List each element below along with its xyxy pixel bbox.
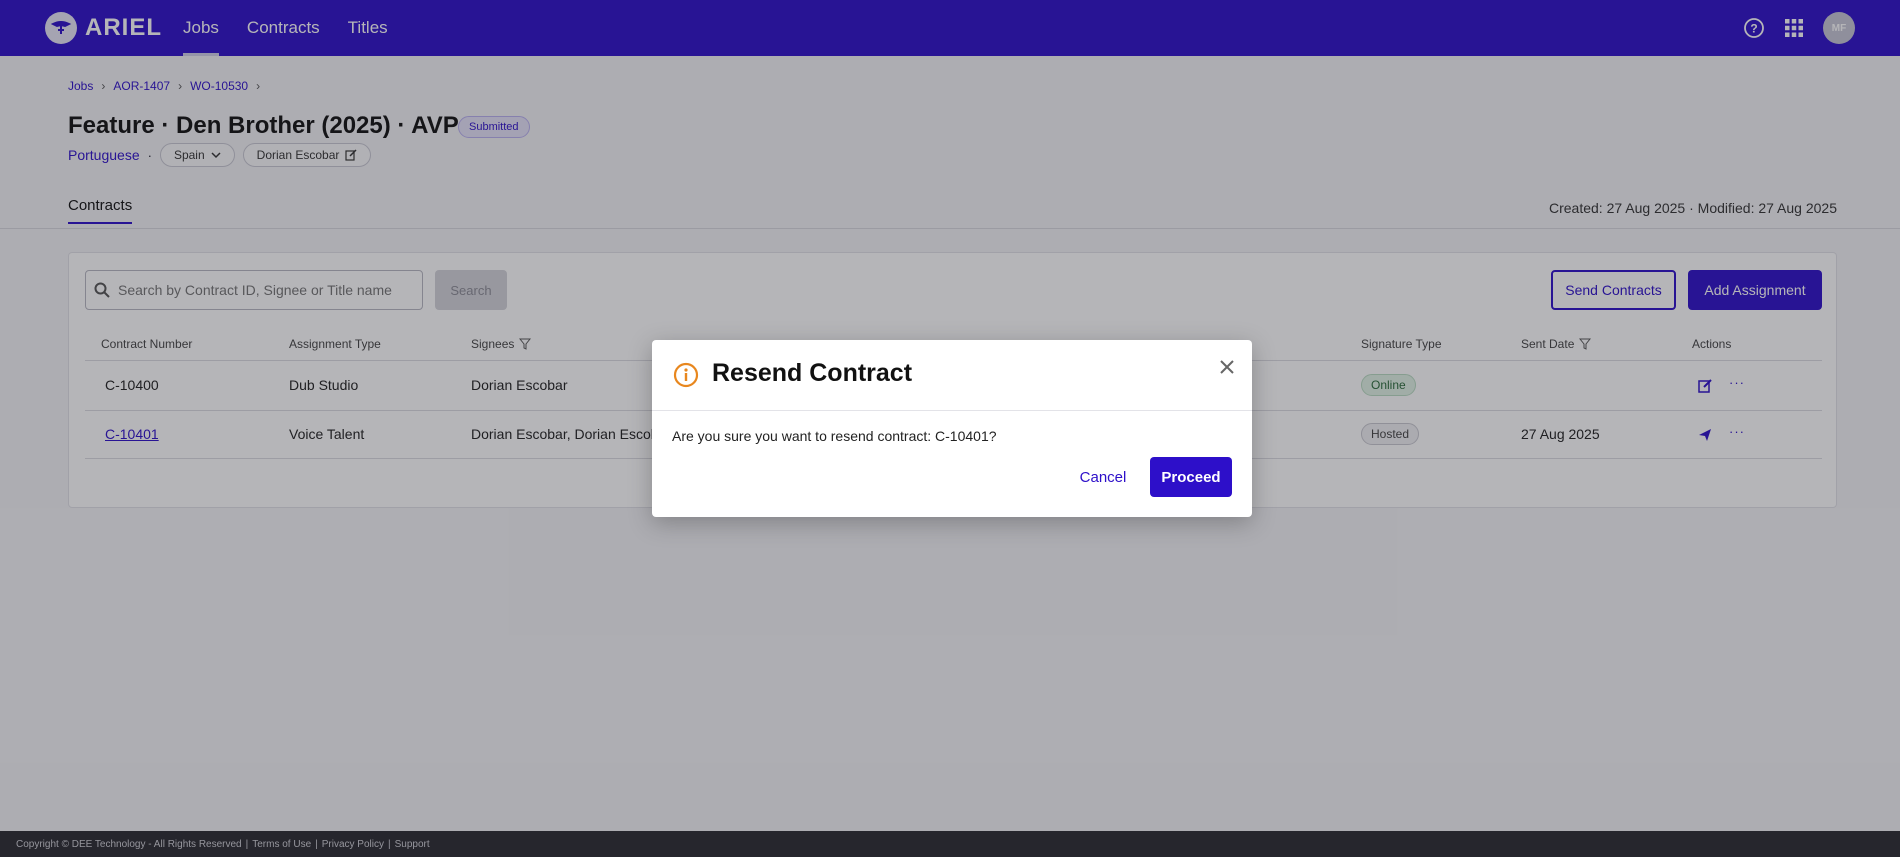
proceed-button[interactable]: Proceed — [1150, 457, 1232, 497]
info-icon — [673, 362, 699, 388]
modal-message: Are you sure you want to resend contract… — [672, 428, 997, 444]
close-icon[interactable] — [1218, 358, 1236, 376]
cancel-button[interactable]: Cancel — [1072, 458, 1134, 496]
resend-contract-dialog: Resend Contract Are you sure you want to… — [652, 340, 1252, 517]
modal-title: Resend Contract — [712, 359, 913, 387]
modal-header: Resend Contract — [652, 340, 1252, 411]
